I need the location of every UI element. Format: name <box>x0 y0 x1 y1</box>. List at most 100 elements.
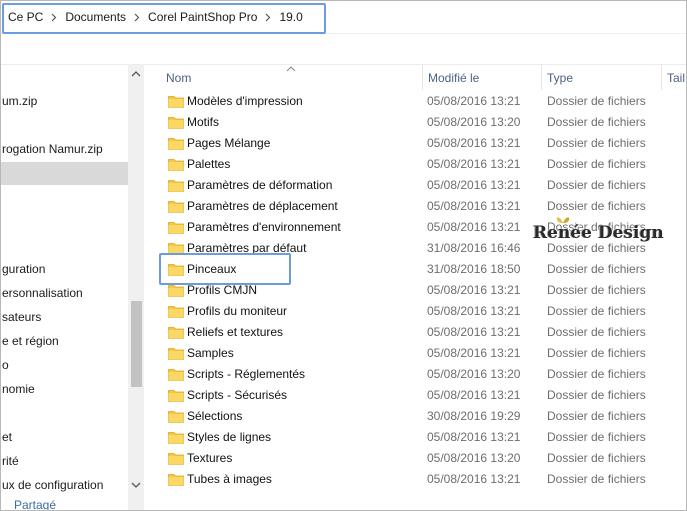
file-modified-date: 30/08/2016 19:29 <box>427 409 521 423</box>
file-name[interactable]: Samples <box>187 343 234 364</box>
file-type: Dossier de fichiers <box>547 367 646 381</box>
file-name[interactable]: Scripts - Réglementés <box>187 364 305 385</box>
file-name[interactable]: Profils du moniteur <box>187 301 287 322</box>
column-header-name[interactable]: Nom <box>160 65 422 90</box>
file-type: Dossier de fichiers <box>547 409 646 423</box>
file-name[interactable]: Pages Mélange <box>187 133 270 154</box>
nav-item[interactable]: sateurs <box>0 306 41 328</box>
file-modified-date: 05/08/2016 13:21 <box>427 325 521 339</box>
table-row[interactable]: Pinceaux 31/08/2016 18:50 Dossier de fichi… <box>145 259 687 280</box>
scroll-up-icon[interactable] <box>131 70 141 78</box>
table-row[interactable]: Paramètres par défaut 31/08/2016 16:46 Dos… <box>145 238 687 259</box>
table-row[interactable]: Modèles d'impression 05/08/2016 13:21 Doss… <box>145 91 687 112</box>
file-name[interactable]: Modèles d'impression <box>187 91 303 112</box>
column-header-modified[interactable]: Modifié le <box>422 65 541 90</box>
nav-item[interactable]: um.zip <box>0 90 37 112</box>
table-row[interactable]: Paramètres de déformation 05/08/2016 13:2… <box>145 175 687 196</box>
address-bar[interactable]: Ce PC Documents Corel PaintShop Pro 19.0 <box>0 0 687 34</box>
scrollbar-thumb[interactable] <box>131 301 142 387</box>
table-row[interactable]: Samples 05/08/2016 13:21 Dossier de fichie… <box>145 343 687 364</box>
nav-item[interactable]: ersonnalisation <box>0 282 83 304</box>
nav-item-partage[interactable]: Partagé <box>0 494 56 511</box>
nav-item[interactable]: rité <box>0 450 19 472</box>
column-header-size[interactable]: Tail <box>661 65 687 90</box>
breadcrumb-item-corel-paintshop-pro[interactable]: Corel PaintShop Pro <box>144 10 261 24</box>
table-row[interactable]: Scripts - Sécurisés 05/08/2016 13:21 Dossi… <box>145 385 687 406</box>
table-row[interactable]: Scripts - Réglementés 05/08/2016 13:20 Dos… <box>145 364 687 385</box>
folder-icon <box>168 96 184 108</box>
file-type: Dossier de fichiers <box>547 430 646 444</box>
file-name[interactable]: Reliefs et textures <box>187 322 283 343</box>
file-modified-date: 05/08/2016 13:20 <box>427 115 521 129</box>
column-header-type[interactable]: Type <box>541 65 661 90</box>
table-row[interactable]: Sélections 30/08/2016 19:29 Dossier de fic… <box>145 406 687 427</box>
nav-item[interactable]: et <box>0 426 12 448</box>
file-name[interactable]: Palettes <box>187 154 230 175</box>
nav-item[interactable]: rogation Namur.zip <box>0 138 103 160</box>
breadcrumb-item-19-0[interactable]: 19.0 <box>275 10 306 24</box>
column-header-row: Nom Modifié le Type Tail <box>145 65 687 90</box>
nav-selected-item[interactable] <box>0 162 128 185</box>
file-name[interactable]: Profils CMJN <box>187 280 257 301</box>
file-name[interactable]: Styles de lignes <box>187 427 271 448</box>
folder-icon <box>168 390 184 402</box>
chevron-right-icon[interactable] <box>261 9 275 25</box>
nav-item[interactable]: e et région <box>0 330 59 352</box>
file-name[interactable]: Paramètres de déformation <box>187 175 332 196</box>
file-name[interactable]: Pinceaux <box>187 259 236 280</box>
file-type: Dossier de fichiers <box>547 157 646 171</box>
breadcrumb-item-documents[interactable]: Documents <box>61 10 130 24</box>
breadcrumb-item-ce-pc[interactable]: Ce PC <box>4 10 47 24</box>
file-type: Dossier de fichiers <box>547 136 646 150</box>
file-name[interactable]: Paramètres par défaut <box>187 238 306 259</box>
file-modified-date: 05/08/2016 13:21 <box>427 199 521 213</box>
table-row[interactable]: Paramètres d'environnement 05/08/2016 13:… <box>145 217 687 238</box>
file-modified-date: 05/08/2016 13:21 <box>427 94 521 108</box>
table-row[interactable]: Reliefs et textures 05/08/2016 13:21 Dossi… <box>145 322 687 343</box>
file-type: Dossier de fichiers <box>547 472 646 486</box>
file-type: Dossier de fichiers <box>547 199 646 213</box>
chevron-right-icon[interactable] <box>130 9 144 25</box>
folder-icon <box>168 369 184 381</box>
table-row[interactable]: Palettes 05/08/2016 13:21 Dossier de fichi… <box>145 154 687 175</box>
nav-item[interactable]: ux de configuration <box>0 474 103 496</box>
table-row[interactable]: Pages Mélange 05/08/2016 13:21 Dossier de … <box>145 133 687 154</box>
file-modified-date: 05/08/2016 13:21 <box>427 388 521 402</box>
file-modified-date: 05/08/2016 13:21 <box>427 136 521 150</box>
table-row[interactable]: Profils du moniteur 05/08/2016 13:21 Dossi… <box>145 301 687 322</box>
file-name[interactable]: Sélections <box>187 406 242 427</box>
folder-icon <box>168 453 184 465</box>
toolbar-band <box>0 34 687 65</box>
file-modified-date: 05/08/2016 13:20 <box>427 451 521 465</box>
table-row[interactable]: Motifs 05/08/2016 13:20 Dossier de fichier… <box>145 112 687 133</box>
table-row[interactable]: Tubes à images 05/08/2016 13:21 Dossier de… <box>145 469 687 490</box>
table-row[interactable]: Paramètres de déplacement 05/08/2016 13:2… <box>145 196 687 217</box>
file-type: Dossier de fichiers <box>547 451 646 465</box>
file-modified-date: 05/08/2016 13:21 <box>427 472 521 486</box>
file-modified-date: 05/08/2016 13:21 <box>427 283 521 297</box>
folder-icon <box>168 432 184 444</box>
nav-item[interactable]: nomie <box>0 378 35 400</box>
file-modified-date: 05/08/2016 13:21 <box>427 157 521 171</box>
file-type: Dossier de fichiers <box>547 283 646 297</box>
nav-item-label: Partagé <box>14 498 57 511</box>
nav-scrollbar[interactable] <box>128 65 144 511</box>
file-name[interactable]: Motifs <box>187 112 219 133</box>
file-name[interactable]: Scripts - Sécurisés <box>187 385 287 406</box>
nav-item[interactable]: guration <box>0 258 45 280</box>
file-name[interactable]: Paramètres d'environnement <box>187 217 341 238</box>
chevron-right-icon[interactable] <box>47 9 61 25</box>
folder-icon <box>168 285 184 297</box>
table-row[interactable]: Textures 05/08/2016 13:20 Dossier de fichi… <box>145 448 687 469</box>
file-name[interactable]: Paramètres de déplacement <box>187 196 338 217</box>
file-modified-date: 05/08/2016 13:21 <box>427 178 521 192</box>
folder-icon <box>168 327 184 339</box>
nav-item[interactable]: o <box>0 354 9 376</box>
table-row[interactable]: Profils CMJN 05/08/2016 13:21 Dossier de f… <box>145 280 687 301</box>
file-name[interactable]: Tubes à images <box>187 469 272 490</box>
scroll-down-icon[interactable] <box>131 481 141 489</box>
table-row[interactable]: Styles de lignes 05/08/2016 13:21 Dossier … <box>145 427 687 448</box>
folder-icon <box>168 180 184 192</box>
file-name[interactable]: Textures <box>187 448 232 469</box>
file-modified-date: 05/08/2016 13:21 <box>427 304 521 318</box>
